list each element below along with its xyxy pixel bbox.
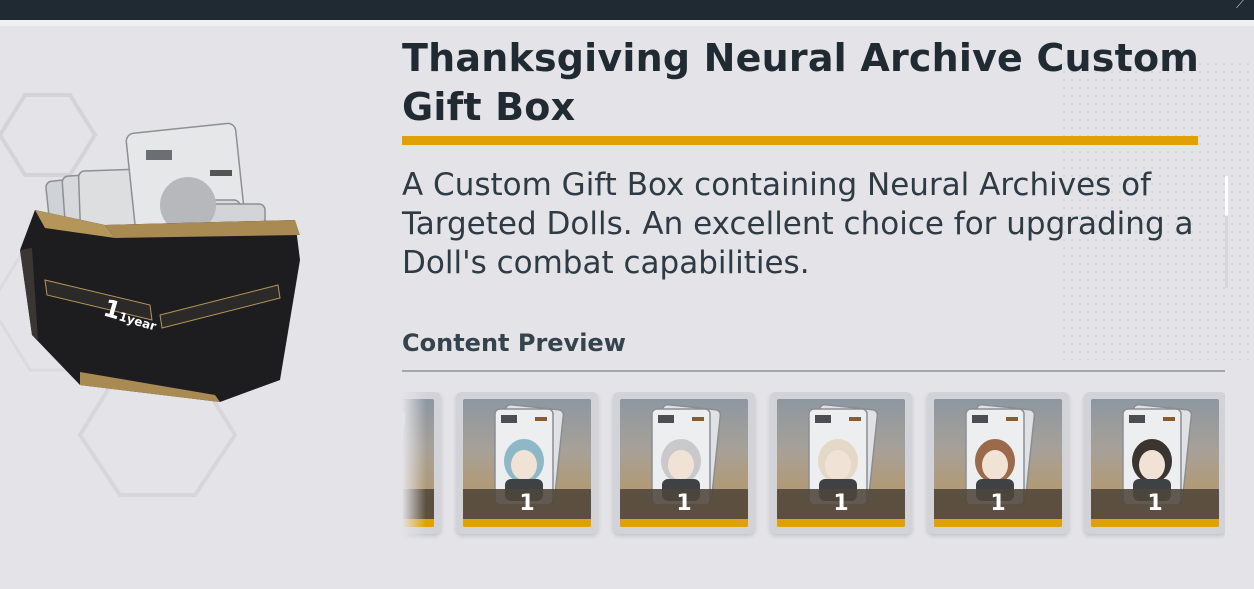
strip-left-fade	[402, 392, 426, 542]
item-title: Thanksgiving Neural Archive Custom Gift …	[402, 36, 1200, 129]
item-count: 1	[990, 491, 1006, 516]
content-preview-heading: Content Preview	[402, 329, 626, 357]
preview-item-card[interactable]: 1	[456, 392, 598, 534]
rarity-bar	[1091, 519, 1219, 527]
preview-item-frame: 1	[934, 399, 1062, 527]
item-count: 1	[519, 491, 535, 516]
rarity-bar	[777, 519, 905, 527]
rarity-bar	[463, 519, 591, 527]
description-scrollbar[interactable]	[1225, 176, 1228, 288]
item-count: 1	[1147, 491, 1163, 516]
content-preview-list[interactable]: 111111	[402, 392, 1225, 542]
top-bar-divider	[0, 20, 1254, 26]
title-accent-bar	[402, 136, 1198, 145]
preview-item-frame: 1	[620, 399, 748, 527]
rarity-bar	[934, 519, 1062, 527]
scrollbar-thumb[interactable]	[1225, 176, 1228, 216]
preview-item-frame: 1	[777, 399, 905, 527]
gift-box-crate-icon: 1 1year	[20, 122, 300, 402]
preview-item-card[interactable]: 1	[613, 392, 755, 534]
preview-item-card[interactable]: 1	[770, 392, 912, 534]
top-bar: ⟋	[0, 0, 1254, 20]
item-description: A Custom Gift Box containing Neural Arch…	[402, 167, 1194, 281]
item-count: 1	[676, 491, 692, 516]
preview-item-card[interactable]: 1	[927, 392, 1069, 534]
corner-bracket-icon: ⟋	[1236, 0, 1244, 11]
preview-item-frame: 1	[463, 399, 591, 527]
content-preview-divider	[402, 370, 1225, 372]
preview-item-card[interactable]: 1	[1084, 392, 1225, 534]
preview-item-frame: 1	[1091, 399, 1219, 527]
item-count: 1	[833, 491, 849, 516]
rarity-bar	[620, 519, 748, 527]
